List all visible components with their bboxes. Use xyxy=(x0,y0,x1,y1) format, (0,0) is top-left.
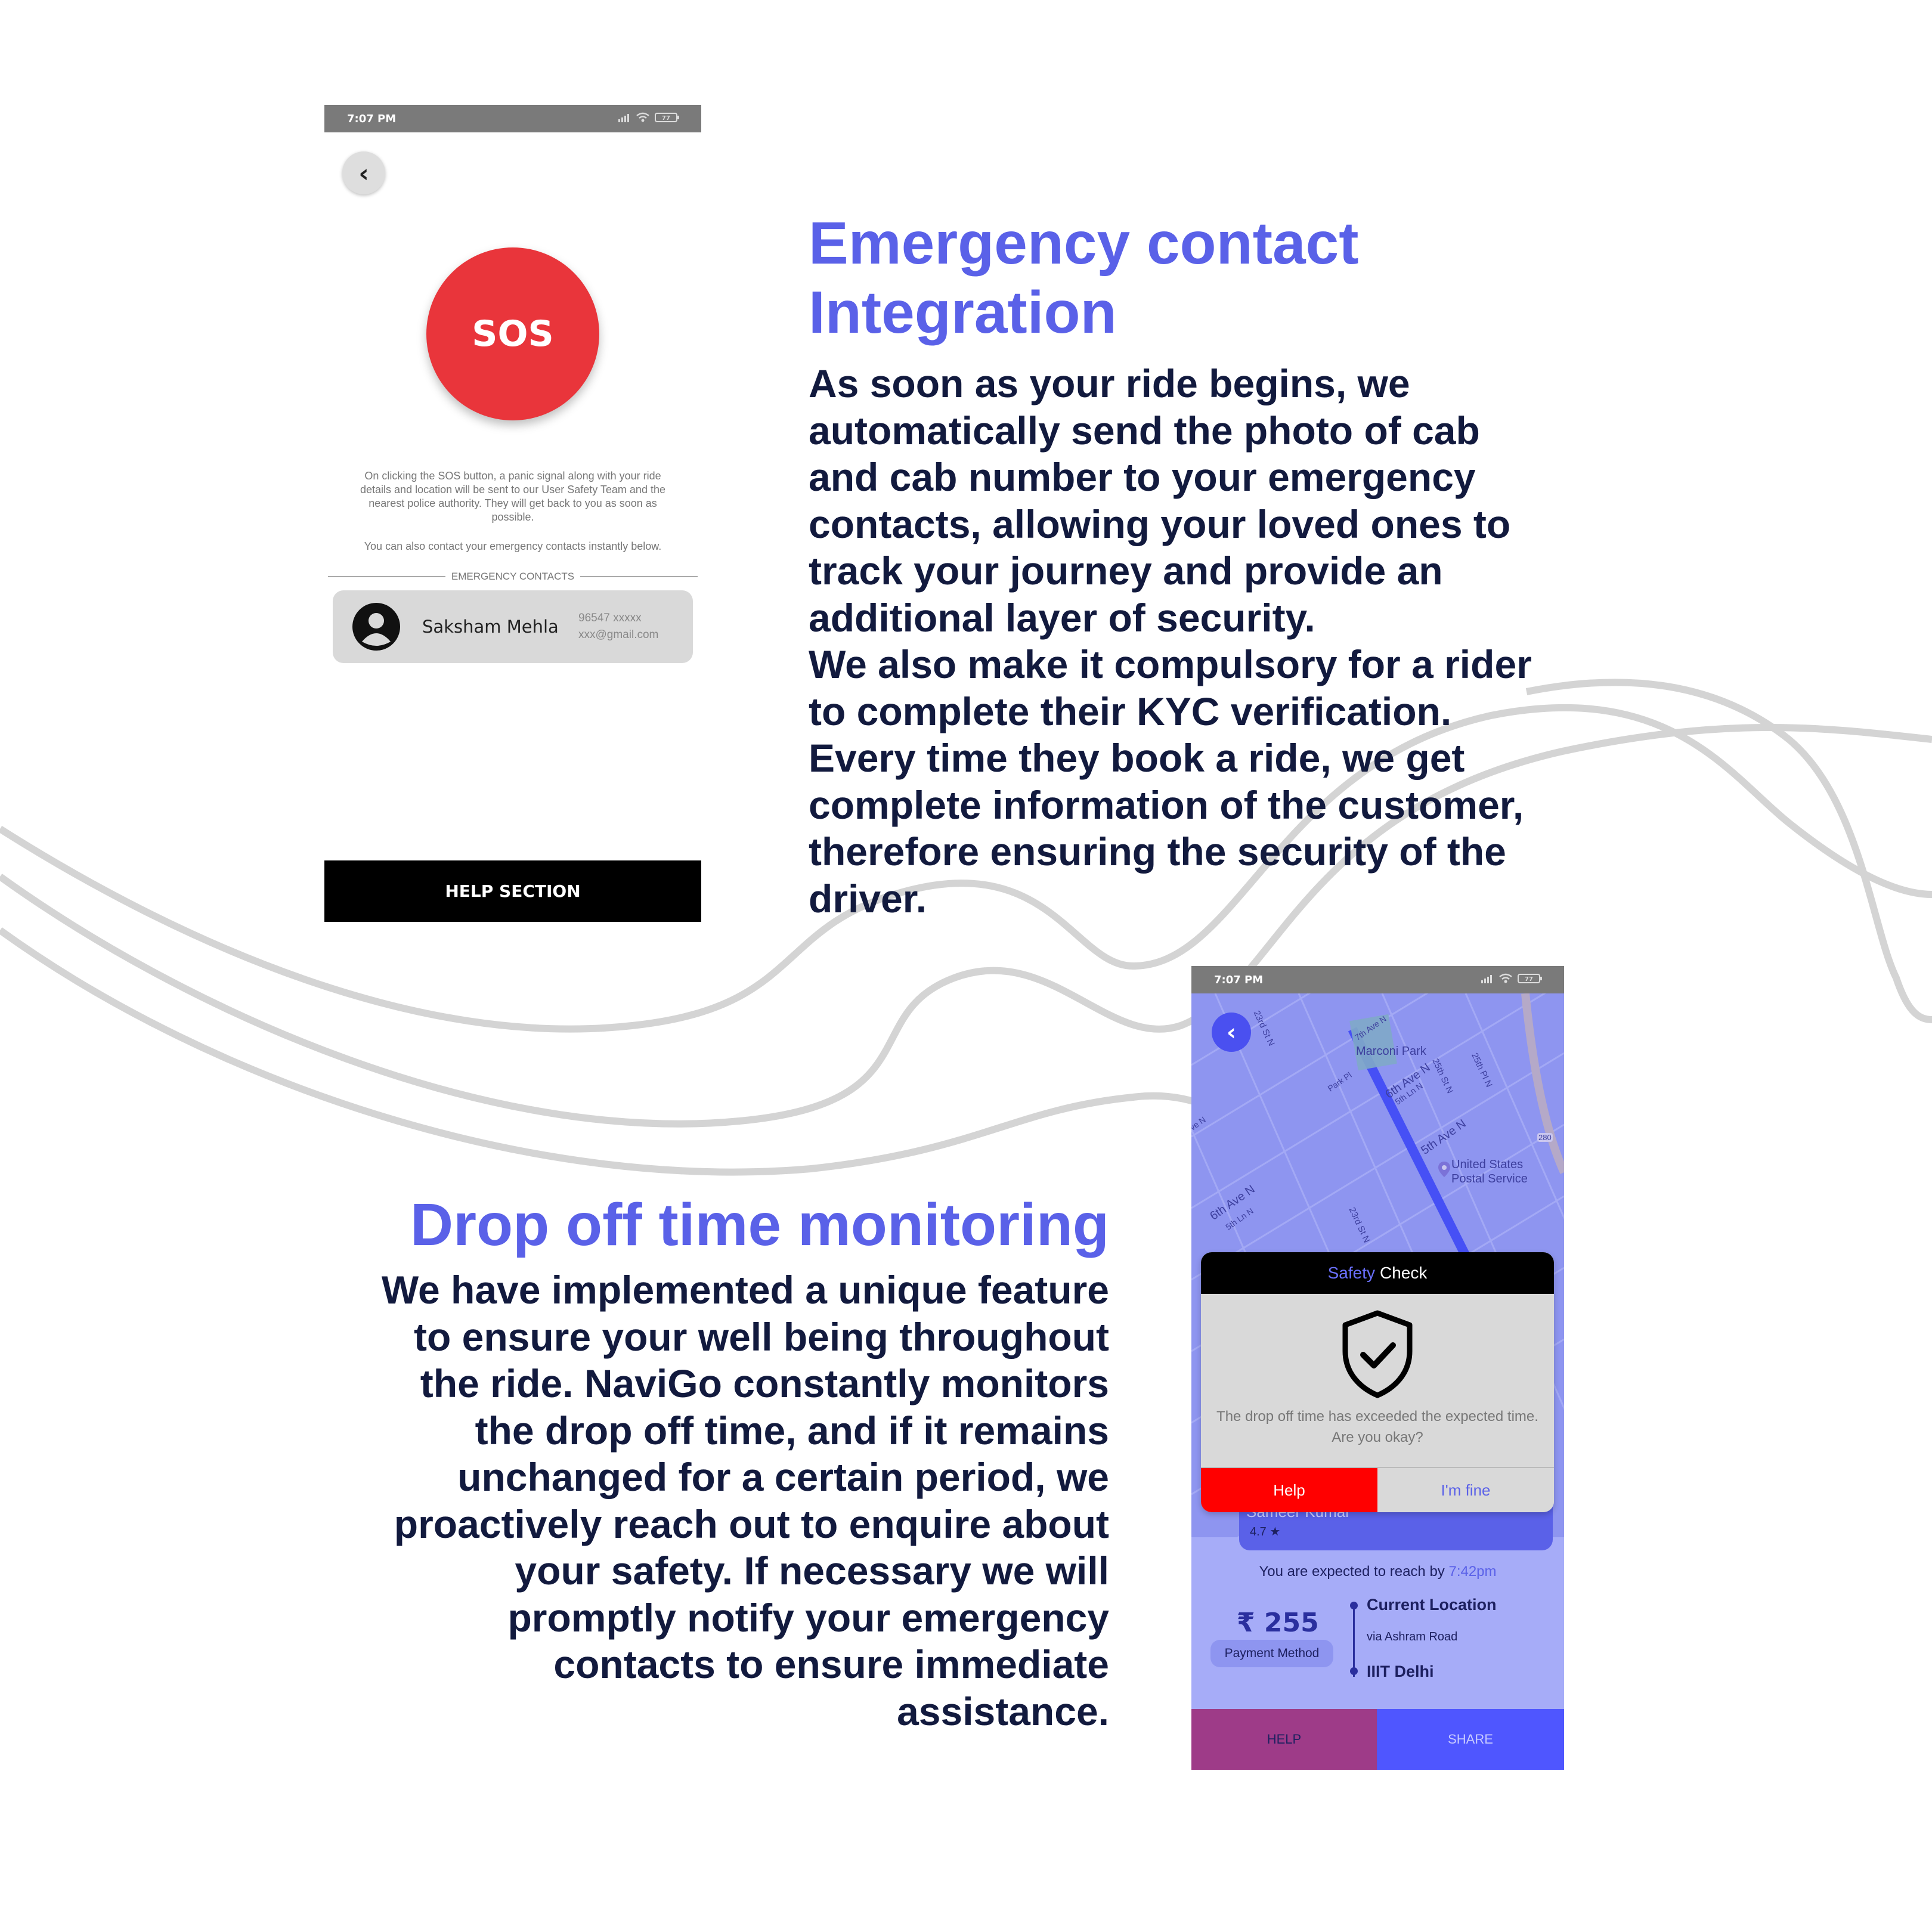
fare-amount: ₹ 255 xyxy=(1237,1608,1319,1638)
body-line: to ensure your well being throughout xyxy=(414,1314,1109,1359)
route-via: via Ashram Road xyxy=(1367,1630,1458,1643)
emergency-contact-body: As soon as your ride begins, we automati… xyxy=(809,360,1584,922)
dialog-message-line: Are you okay? xyxy=(1332,1429,1423,1445)
body-line: proactively reach out to enquire about xyxy=(394,1501,1109,1546)
payment-method-button[interactable]: Payment Method xyxy=(1210,1640,1333,1667)
map-label-poi: Postal Service xyxy=(1451,1172,1528,1185)
sos-description: On clicking the SOS button, a panic sign… xyxy=(360,470,665,523)
sos-screen: 7:07 PM 77 ‹ SOS On clicking the SOS but… xyxy=(324,105,701,922)
heading-line: Emergency contact xyxy=(809,210,1359,277)
status-bar: 7:07 PM 77 xyxy=(324,105,701,132)
drop-off-monitoring-heading: Drop off time monitoring xyxy=(410,1191,1109,1258)
dialog-title-accent: Safety xyxy=(1327,1264,1375,1282)
bottom-action-bar: HELP SHARE xyxy=(1191,1709,1564,1770)
chevron-left-icon: ‹ xyxy=(1227,1019,1236,1045)
emergency-contacts-divider: EMERGENCY CONTACTS xyxy=(328,569,698,584)
highway-shield: 280 xyxy=(1537,1133,1553,1142)
contact-name: Saksham Mehla xyxy=(422,617,559,637)
status-bar: 7:07 PM 77 xyxy=(1191,966,1564,993)
pickup-location: Current Location xyxy=(1367,1596,1497,1614)
battery-level: 77 xyxy=(1525,976,1533,983)
body-line: promptly notify your emergency xyxy=(507,1595,1109,1640)
divider-line xyxy=(328,576,445,577)
sos-button[interactable]: SOS xyxy=(426,247,599,420)
status-icons: 77 xyxy=(618,112,680,123)
emergency-contact-heading: Emergency contact Integration xyxy=(809,209,1584,347)
signal-icon xyxy=(618,114,629,122)
body-line: contacts, allowing your loved ones to xyxy=(809,501,1511,546)
status-icons: 77 xyxy=(1481,973,1543,984)
dialog-actions: Help I'm fine xyxy=(1201,1467,1554,1512)
battery-icon: 77 xyxy=(1518,974,1542,983)
wifi-icon xyxy=(1499,973,1512,983)
dialog-title-rest: Check xyxy=(1380,1264,1428,1282)
body-line: the ride. NaviGo constantly monitors xyxy=(420,1361,1109,1405)
user-avatar-icon xyxy=(352,603,400,651)
expected-arrival-time: 7:42pm xyxy=(1448,1563,1497,1580)
route-start-dot xyxy=(1350,1602,1358,1609)
dialog-message: The drop off time has exceeded the expec… xyxy=(1201,1406,1554,1448)
map-back-button[interactable]: ‹ xyxy=(1212,1013,1251,1052)
body-line: additional layer of security. xyxy=(809,595,1315,640)
signal-icon xyxy=(1481,975,1492,983)
body-line: automatically send the photo of cab xyxy=(809,408,1480,453)
expected-arrival-prefix: You are expected to reach by xyxy=(1259,1563,1445,1580)
emergency-contact-card[interactable]: Saksham Mehla 96547 xxxxx xxx@gmail.com xyxy=(333,590,693,663)
body-line: driver. xyxy=(809,876,927,921)
chevron-left-icon: ‹ xyxy=(358,158,369,188)
body-line: complete information of the customer, xyxy=(809,782,1524,827)
body-line: We also make it compulsory for a rider xyxy=(809,642,1532,686)
body-line: As soon as your ride begins, we xyxy=(809,361,1410,405)
sos-description-secondary: You can also contact your emergency cont… xyxy=(364,540,662,552)
status-time: 7:07 PM xyxy=(1214,973,1264,986)
contact-email: xxx@gmail.com xyxy=(578,628,659,641)
route-end-dot xyxy=(1350,1667,1358,1675)
body-line: the drop off time, and if it remains xyxy=(475,1408,1109,1453)
bottom-help-button[interactable]: HELP xyxy=(1191,1709,1377,1770)
body-line: track your journey and provide an xyxy=(809,549,1443,593)
bottom-share-button[interactable]: SHARE xyxy=(1377,1709,1564,1770)
help-section-button[interactable]: HELP SECTION xyxy=(324,860,701,922)
dialog-title: Safety Check xyxy=(1201,1252,1554,1294)
route-connector xyxy=(1353,1605,1355,1677)
body-line: unchanged for a certain period, we xyxy=(457,1455,1109,1499)
shield-check-icon xyxy=(1342,1310,1413,1398)
wifi-icon xyxy=(636,112,649,122)
body-line: and cab number to your emergency xyxy=(809,455,1476,499)
contact-phone: 96547 xxxxx xyxy=(578,612,642,624)
emergency-contacts-label: EMERGENCY CONTACTS xyxy=(451,571,575,582)
destination-location: IIIT Delhi xyxy=(1367,1662,1434,1680)
body-line: assistance. xyxy=(897,1689,1109,1733)
safety-check-screen: 7:07 PM 77 ‹ Marconi Park 7th Ave N Park… xyxy=(1191,966,1564,1770)
safety-check-dialog: Safety Check The drop off time has excee… xyxy=(1201,1252,1554,1512)
battery-icon: 77 xyxy=(655,113,679,122)
drop-off-monitoring-body: We have implemented a unique feature to … xyxy=(334,1267,1109,1735)
expected-arrival: You are expected to reach by 7:42pm xyxy=(1191,1563,1564,1580)
body-line: contacts to ensure immediate xyxy=(553,1642,1109,1686)
map-pin-icon xyxy=(1438,1162,1450,1177)
status-time: 7:07 PM xyxy=(347,112,397,125)
body-line: to complete their KYC verification. xyxy=(809,689,1452,733)
driver-rating: 4.7 ★ xyxy=(1250,1525,1281,1538)
dialog-message-line: The drop off time has exceeded the expec… xyxy=(1216,1408,1538,1425)
divider-line xyxy=(580,576,698,577)
help-button[interactable]: Help xyxy=(1201,1468,1377,1512)
map-label-park: Marconi Park xyxy=(1356,1045,1426,1058)
map-label-poi: United States xyxy=(1451,1158,1524,1171)
heading-line: Integration xyxy=(809,279,1117,346)
im-fine-button[interactable]: I'm fine xyxy=(1377,1468,1554,1512)
body-line: therefore ensuring the security of the xyxy=(809,829,1506,874)
battery-level: 77 xyxy=(662,115,670,122)
back-button[interactable]: ‹ xyxy=(342,151,385,194)
body-line: your safety. If necessary we will xyxy=(515,1549,1109,1593)
body-line: We have implemented a unique feature xyxy=(381,1268,1109,1312)
body-line: Every time they book a ride, we get xyxy=(809,736,1465,780)
